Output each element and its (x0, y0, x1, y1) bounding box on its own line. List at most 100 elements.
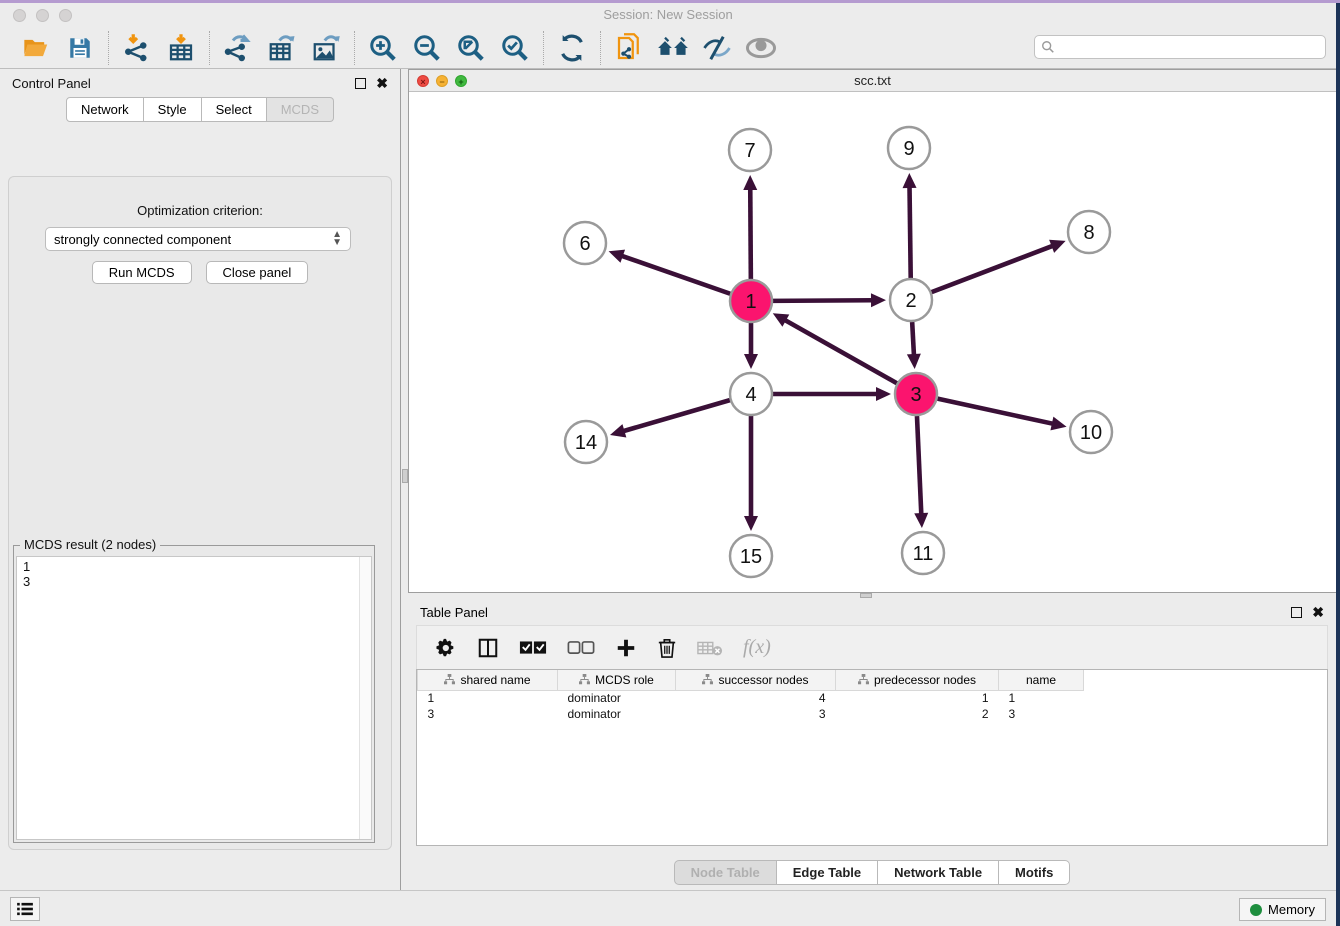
network-zoom-icon[interactable]: + (455, 75, 467, 87)
clone-network-icon[interactable] (613, 32, 645, 64)
vertical-splitter[interactable] (400, 69, 408, 890)
window-traffic-lights[interactable] (13, 9, 72, 22)
control-panel-tabs: NetworkStyleSelectMCDS (0, 97, 400, 122)
node-table[interactable]: shared nameMCDS rolesuccessor nodesprede… (416, 669, 1328, 846)
graph-edge-2-8[interactable] (932, 246, 1054, 293)
float-panel-icon[interactable] (355, 78, 366, 89)
close-table-panel-icon[interactable]: ✖ (1312, 607, 1324, 618)
graph-edge-arrow (871, 293, 886, 307)
graph-edge-1-6[interactable] (621, 256, 730, 294)
table-cell[interactable]: 2 (836, 706, 999, 722)
table-settings-icon[interactable] (435, 637, 457, 659)
graph-edge-3-11[interactable] (917, 416, 921, 515)
delete-column-icon[interactable] (657, 637, 677, 659)
node-table-grid[interactable]: shared nameMCDS rolesuccessor nodesprede… (417, 670, 1084, 722)
table-cell[interactable]: 1 (418, 690, 558, 706)
close-panel-button[interactable]: Close panel (206, 261, 309, 284)
tab-motifs[interactable]: Motifs (999, 860, 1070, 885)
graph-node-label-3: 3 (910, 384, 921, 406)
table-row[interactable]: 3dominator323 (418, 706, 1084, 722)
table-cell[interactable]: 3 (676, 706, 836, 722)
network-close-icon[interactable]: × (417, 75, 429, 87)
network-canvas[interactable]: 7968124314101511 (409, 92, 1336, 592)
table-cell[interactable]: 3 (418, 706, 558, 722)
table-row[interactable]: 1dominator411 (418, 690, 1084, 706)
column-header-predecessor-nodes[interactable]: predecessor nodes (836, 670, 999, 690)
run-mcds-button[interactable]: Run MCDS (92, 261, 192, 284)
import-network-icon[interactable] (121, 32, 153, 64)
tab-mcds[interactable]: MCDS (267, 97, 334, 122)
toggle-view-icon[interactable] (745, 32, 777, 64)
refresh-view-icon[interactable] (556, 32, 588, 64)
table-cell[interactable]: 1 (999, 690, 1084, 706)
zoom-fit-icon[interactable] (455, 32, 487, 64)
column-header-name[interactable]: name (999, 670, 1084, 690)
splitter-handle[interactable] (860, 593, 872, 598)
tab-node-table[interactable]: Node Table (674, 860, 777, 885)
network-window-titlebar: × − + scc.txt (409, 70, 1336, 92)
deselect-all-icon[interactable] (567, 639, 595, 657)
zoom-window-icon[interactable] (59, 9, 72, 22)
result-scrollbar[interactable] (359, 557, 371, 839)
splitter-handle[interactable] (402, 469, 408, 483)
search-input[interactable] (1055, 40, 1319, 54)
close-panel-icon[interactable]: ✖ (376, 78, 388, 89)
import-table-icon[interactable] (165, 32, 197, 64)
graph-edge-arrow (744, 354, 758, 369)
optimization-criterion-select[interactable]: strongly connected component ▲▼ (45, 227, 351, 251)
export-image-icon[interactable] (310, 32, 342, 64)
export-network-icon[interactable] (222, 32, 254, 64)
graph-edge-arrow (914, 513, 928, 528)
float-table-panel-icon[interactable] (1291, 607, 1302, 618)
mcds-result-group: MCDS result (2 nodes) 1 3 (13, 545, 375, 843)
show-hide-icon[interactable] (701, 32, 733, 64)
table-cell[interactable]: dominator (558, 706, 676, 722)
tab-style[interactable]: Style (144, 97, 202, 122)
graph-edge-2-3[interactable] (912, 322, 914, 356)
select-all-icon[interactable] (519, 639, 547, 657)
open-file-icon[interactable] (20, 32, 52, 64)
zoom-in-icon[interactable] (367, 32, 399, 64)
zoom-out-icon[interactable] (411, 32, 443, 64)
tab-network[interactable]: Network (66, 97, 144, 122)
table-cell[interactable]: 3 (999, 706, 1084, 722)
network-minimize-icon[interactable]: − (436, 75, 448, 87)
minimize-window-icon[interactable] (36, 9, 49, 22)
column-view-icon[interactable] (477, 637, 499, 659)
graph-edge-3-10[interactable] (937, 399, 1053, 424)
tab-network-table[interactable]: Network Table (878, 860, 999, 885)
graph-edge-1-7[interactable] (750, 188, 751, 279)
close-window-icon[interactable] (13, 9, 26, 22)
column-header-successor-nodes[interactable]: successor nodes (676, 670, 836, 690)
table-cell[interactable]: 4 (676, 690, 836, 706)
search-box[interactable] (1034, 35, 1326, 59)
memory-status-icon (1250, 904, 1262, 916)
task-history-button[interactable] (10, 897, 40, 921)
graph-edge-3-1[interactable] (784, 320, 897, 384)
memory-button[interactable]: Memory (1239, 898, 1326, 921)
table-toolbar: f(x) (416, 625, 1328, 669)
add-column-icon[interactable] (615, 637, 637, 659)
tab-select[interactable]: Select (202, 97, 267, 122)
column-type-icon (702, 674, 713, 685)
table-cell[interactable]: 1 (836, 690, 999, 706)
graph-edge-1-2[interactable] (773, 300, 873, 301)
graph-edge-arrow (743, 175, 757, 190)
tab-edge-table[interactable]: Edge Table (777, 860, 878, 885)
table-panel: Table Panel ✖ (408, 599, 1336, 890)
table-cell[interactable]: dominator (558, 690, 676, 706)
network-canvas-svg: 7968124314101511 (409, 92, 1335, 592)
first-neighbors-icon[interactable] (657, 32, 689, 64)
column-header-shared-name[interactable]: shared name (418, 670, 558, 690)
graph-node-label-7: 7 (744, 140, 755, 162)
graph-node-label-2: 2 (905, 290, 916, 312)
export-table-icon[interactable] (266, 32, 298, 64)
graph-node-label-1: 1 (745, 291, 756, 313)
zoom-selected-icon[interactable] (499, 32, 531, 64)
column-header-MCDS-role[interactable]: MCDS role (558, 670, 676, 690)
dropdown-stepper-icon: ▲▼ (332, 231, 342, 247)
save-session-icon[interactable] (64, 32, 96, 64)
graph-edge-4-14[interactable] (622, 400, 729, 431)
graph-edge-2-9[interactable] (910, 186, 911, 278)
app-window: Session: New Session (0, 3, 1336, 926)
